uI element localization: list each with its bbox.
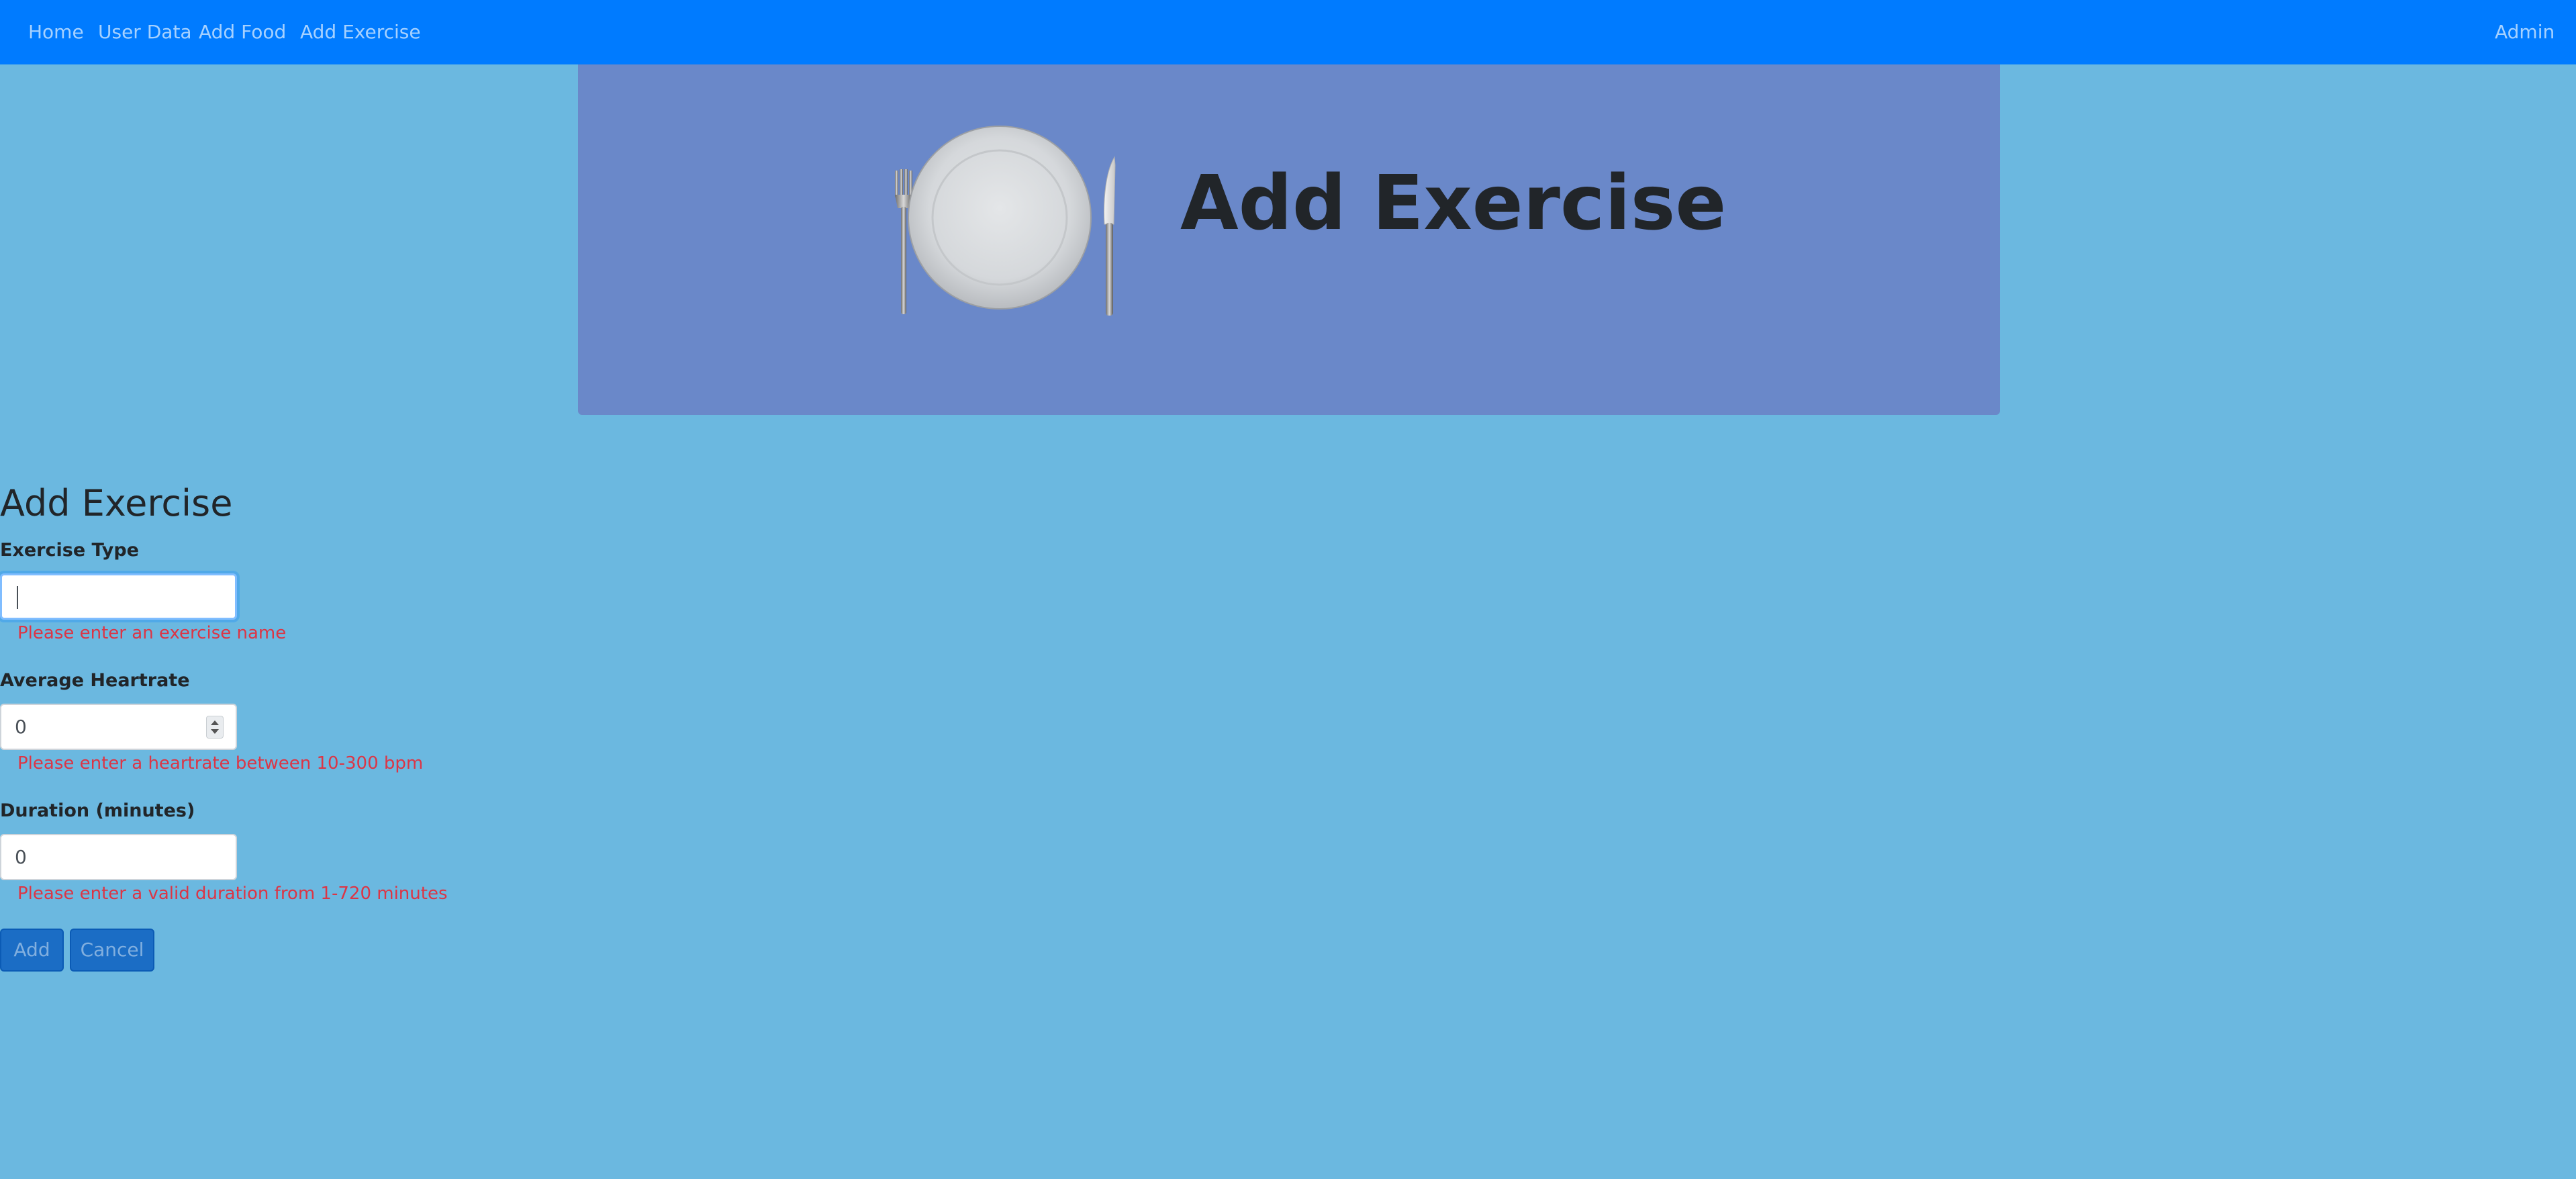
average-heartrate-value: 0 <box>15 716 27 738</box>
nav-link-add-food[interactable]: Add Food <box>199 0 286 64</box>
number-spinner[interactable] <box>206 716 224 739</box>
spin-up-icon[interactable] <box>211 720 219 725</box>
text-caret <box>17 586 18 609</box>
average-heartrate-input[interactable]: 0 <box>0 704 237 750</box>
duration-value: 0 <box>15 846 27 868</box>
banner-title: Add Exercise <box>1180 160 1727 247</box>
nav-link-home[interactable]: Home <box>28 0 84 64</box>
knife-icon <box>1104 156 1116 316</box>
plate-fork-knife-icon <box>895 126 1116 316</box>
header-banner: Add Exercise <box>578 64 2000 415</box>
exercise-type-input[interactable] <box>0 573 237 620</box>
exercise-type-error: Please enter an exercise name <box>17 623 287 643</box>
duration-label: Duration (minutes) <box>0 800 195 821</box>
top-navbar: Home User Data Add Food Add Exercise Adm… <box>0 0 2576 64</box>
duration-input[interactable]: 0 <box>0 834 237 880</box>
duration-error: Please enter a valid duration from 1-720… <box>17 884 448 904</box>
average-heartrate-error: Please enter a heartrate between 10-300 … <box>17 753 424 773</box>
cancel-button[interactable]: Cancel <box>70 929 154 972</box>
nav-link-add-exercise[interactable]: Add Exercise <box>300 0 421 64</box>
spin-down-icon[interactable] <box>211 729 219 734</box>
fork-icon <box>895 169 912 314</box>
exercise-type-label: Exercise Type <box>0 540 139 561</box>
nav-user-admin[interactable]: Admin <box>2495 0 2555 64</box>
average-heartrate-label: Average Heartrate <box>0 670 190 691</box>
plate-icon <box>908 126 1092 310</box>
form-title: Add Exercise <box>0 482 233 524</box>
add-button[interactable]: Add <box>0 929 64 972</box>
nav-link-user-data[interactable]: User Data <box>98 0 192 64</box>
